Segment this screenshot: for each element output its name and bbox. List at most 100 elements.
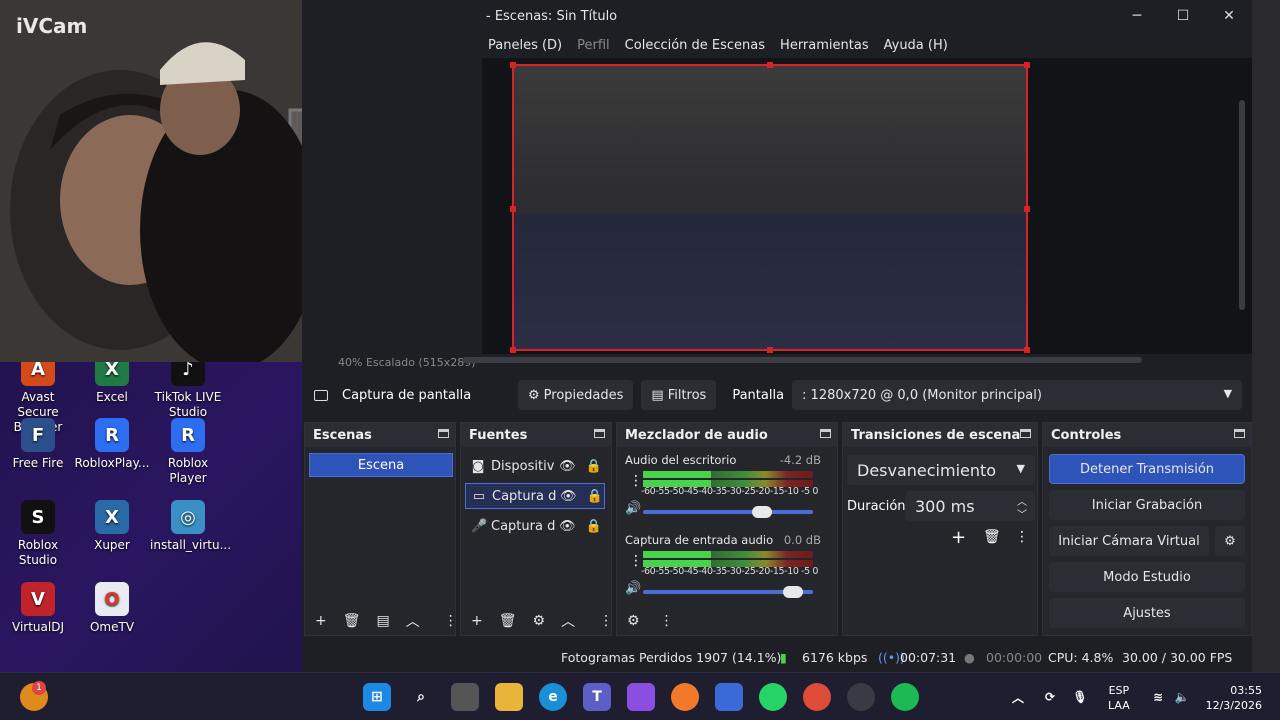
volume-knob[interactable]	[752, 506, 772, 518]
lock-icon[interactable]: 🔒	[587, 489, 603, 504]
advanced-audio-icon[interactable]: ⚙	[627, 613, 640, 629]
source-item[interactable]: ◙ Dispositiv 👁 🔒	[465, 453, 605, 479]
chrome-icon[interactable]	[803, 683, 831, 711]
minimize-button[interactable]: ─	[1114, 4, 1160, 28]
display-value: : 1280x720 @ 0,0 (Monitor principal)	[802, 387, 1042, 403]
file-explorer-icon[interactable]	[495, 683, 523, 711]
display-select[interactable]: : 1280x720 @ 0,0 (Monitor principal) ▼	[792, 380, 1243, 410]
language-indicator[interactable]: ESP LAA	[1108, 683, 1130, 713]
maximize-button[interactable]: ☐	[1160, 4, 1206, 28]
source-item-selected[interactable]: ▭ Captura d 👁 🔒	[465, 483, 605, 509]
scene-filters-icon[interactable]: ▤	[377, 613, 390, 629]
chevron-down-icon[interactable]: ﹀	[1017, 506, 1027, 521]
virtual-camera-settings-button[interactable]: ⚙	[1215, 526, 1245, 556]
start-recording-button[interactable]: Iniciar Grabación	[1049, 490, 1245, 520]
title-bar: - Escenas: Sin Título ─ ☐ ✕	[482, 0, 1252, 32]
microphone-icon[interactable]: 🎙	[1066, 683, 1094, 711]
trash-icon[interactable]: 🗑	[343, 613, 361, 629]
eye-icon[interactable]: 👁	[559, 459, 576, 474]
more-icon[interactable]: ⋮	[599, 613, 613, 629]
add-source-button[interactable]: +	[471, 613, 483, 629]
m365-icon[interactable]	[627, 683, 655, 711]
record-time: 00:00:00	[986, 650, 1043, 665]
properties-button[interactable]: ⚙ Propiedades	[518, 380, 634, 410]
scenes-title: Escenas	[305, 423, 455, 447]
speaker-icon[interactable]: 🔊	[625, 581, 641, 596]
sources-dock: Fuentes ◙ Dispositiv 👁 🔒 ▭ Captura d 👁 🔒…	[460, 422, 613, 636]
menu-item[interactable]: Herramientas	[780, 38, 869, 53]
duration-stepper[interactable]: 300 ms ︿ ﹀	[905, 491, 1035, 521]
lock-icon[interactable]: 🔒	[586, 459, 602, 474]
filters-button[interactable]: ▤ Filtros	[641, 380, 717, 410]
add-transition-button[interactable]: +	[951, 527, 966, 548]
window-title: - Escenas: Sin Título	[486, 8, 618, 24]
desktop-icon[interactable]: F Free Fire	[0, 418, 76, 471]
float-dock-icon[interactable]	[438, 429, 449, 438]
stop-stream-button[interactable]: Detener Transmisión	[1049, 454, 1245, 484]
store-icon[interactable]	[715, 683, 743, 711]
float-dock-icon[interactable]	[1020, 429, 1031, 438]
task-view-icon[interactable]	[451, 683, 479, 711]
mixer-title: Mezclador de audio	[617, 423, 837, 447]
brave-icon[interactable]	[671, 683, 699, 711]
volume-knob[interactable]	[782, 586, 803, 598]
menu-item[interactable]: Ayuda (H)	[884, 38, 948, 53]
clock[interactable]: 03:55 12/3/2026	[1200, 683, 1262, 713]
lock-icon[interactable]: 🔒	[586, 519, 602, 534]
move-up-icon[interactable]: ︿	[406, 611, 420, 631]
desktop-icon-label: Excel	[96, 390, 128, 404]
spotify-icon[interactable]	[891, 683, 919, 711]
preview-canvas[interactable]	[510, 62, 1030, 353]
scene-item[interactable]: Escena	[309, 453, 453, 477]
gear-icon: ⚙	[1224, 533, 1236, 549]
speaker-icon[interactable]: 🔊	[625, 501, 641, 516]
horizontal-scrollbar[interactable]	[462, 357, 1142, 363]
menu-item[interactable]: Colección de Escenas	[625, 38, 765, 53]
windows-start-icon[interactable]: ⊞	[363, 683, 391, 711]
desktop-icon[interactable]: ◎ install_virtu...	[150, 500, 231, 553]
trash-icon[interactable]: 🗑	[499, 613, 517, 629]
obs-icon[interactable]	[847, 683, 875, 711]
gear-icon[interactable]: ⚙	[533, 613, 546, 629]
more-icon[interactable]: ⋮	[444, 613, 458, 629]
add-scene-button[interactable]: +	[315, 613, 327, 629]
desktop-icon[interactable]: V VirtualDJ	[0, 582, 76, 635]
monitor-icon	[314, 389, 328, 401]
transition-select[interactable]: Desvanecimiento ▼	[847, 455, 1035, 485]
volume-icon[interactable]: 🔈	[1168, 683, 1196, 711]
desktop-icon[interactable]: R Roblox Player	[150, 418, 226, 486]
menu-item[interactable]: Perfil	[577, 38, 610, 53]
more-icon[interactable]: ⋮	[660, 613, 674, 629]
float-dock-icon[interactable]	[594, 429, 605, 438]
eye-icon[interactable]: 👁	[560, 489, 577, 504]
move-up-icon[interactable]: ︿	[561, 611, 575, 631]
more-icon[interactable]: ⋮	[1015, 529, 1029, 545]
menu-item[interactable]: Paneles (D)	[488, 38, 562, 53]
source-item[interactable]: 🎤 Captura d 👁 🔒	[465, 513, 605, 539]
float-dock-icon[interactable]	[820, 429, 831, 438]
settings-button[interactable]: Ajustes	[1049, 598, 1245, 628]
desktop-icon[interactable]: X Xuper	[74, 500, 150, 553]
language-label: ESP	[1108, 684, 1130, 697]
volume-slider[interactable]	[643, 506, 813, 518]
desktop-icon[interactable]: S Roblox Studio	[0, 500, 76, 568]
desktop-icon[interactable]: R RobloxPlay...	[74, 418, 150, 471]
start-virtual-camera-button[interactable]: Iniciar Cámara Virtual	[1049, 526, 1209, 556]
studio-mode-button[interactable]: Modo Estudio	[1049, 562, 1245, 592]
sync-icon[interactable]: ⟳	[1036, 683, 1064, 711]
search-icon[interactable]: ⌕	[407, 683, 435, 711]
volume-slider[interactable]	[643, 586, 813, 598]
fps: 30.00 / 30.00 FPS	[1122, 650, 1233, 665]
eye-icon[interactable]: 👁	[559, 519, 576, 534]
float-dock-icon[interactable]	[1234, 429, 1245, 438]
whatsapp-icon[interactable]	[759, 683, 787, 711]
desktop-icon[interactable]: O OmeTV	[74, 582, 150, 635]
desktop-icon[interactable]: ♪ TikTok LIVE Studio	[150, 352, 226, 420]
trash-icon[interactable]: 🗑	[983, 529, 1001, 545]
close-button[interactable]: ✕	[1206, 4, 1252, 28]
channel-db: 0.0 dB	[783, 533, 821, 547]
vertical-scrollbar[interactable]	[1239, 100, 1245, 310]
chevron-up-icon[interactable]: ︿	[1004, 683, 1032, 711]
teams-icon[interactable]: T	[583, 683, 611, 711]
edge-icon[interactable]: e	[539, 683, 567, 711]
